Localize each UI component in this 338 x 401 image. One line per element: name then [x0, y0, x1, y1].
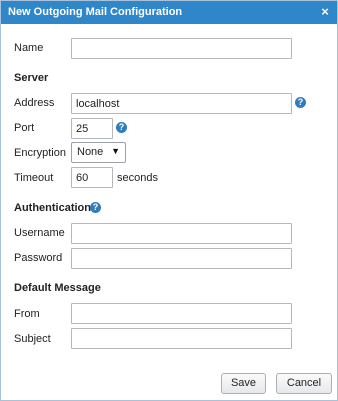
close-icon[interactable]: ×	[319, 5, 331, 19]
timeout-unit: seconds	[117, 172, 158, 184]
timeout-label: Timeout	[14, 172, 54, 184]
dialog-title: New Outgoing Mail Configuration	[8, 6, 183, 18]
name-label: Name	[14, 42, 44, 54]
authentication-heading: Authentication	[14, 202, 91, 214]
dialog-titlebar: New Outgoing Mail Configuration ×	[1, 1, 337, 24]
subject-input[interactable]	[71, 328, 292, 349]
password-label: Password	[14, 252, 63, 264]
username-label: Username	[14, 227, 65, 239]
default-message-heading: Default Message	[14, 282, 101, 294]
port-label: Port	[14, 122, 35, 134]
port-help-icon[interactable]: ?	[116, 122, 127, 133]
address-label: Address	[14, 97, 55, 109]
encryption-select[interactable]: None ▼	[71, 142, 126, 163]
subject-label: Subject	[14, 333, 51, 345]
mail-config-dialog: New Outgoing Mail Configuration × Name S…	[0, 0, 338, 401]
timeout-input[interactable]	[71, 167, 113, 188]
encryption-label: Encryption	[14, 147, 66, 159]
address-help-icon[interactable]: ?	[295, 97, 306, 108]
address-input[interactable]	[71, 93, 292, 114]
password-input[interactable]	[71, 248, 292, 269]
username-input[interactable]	[71, 223, 292, 244]
from-label: From	[14, 308, 40, 320]
authentication-help-icon[interactable]: ?	[90, 202, 101, 213]
chevron-down-icon: ▼	[111, 146, 120, 156]
encryption-selected-value: None	[77, 146, 104, 158]
name-input[interactable]	[71, 38, 292, 59]
server-heading: Server	[14, 72, 49, 84]
cancel-button[interactable]: Cancel	[276, 373, 332, 394]
port-input[interactable]	[71, 118, 113, 139]
from-input[interactable]	[71, 303, 292, 324]
save-button[interactable]: Save	[221, 373, 266, 394]
